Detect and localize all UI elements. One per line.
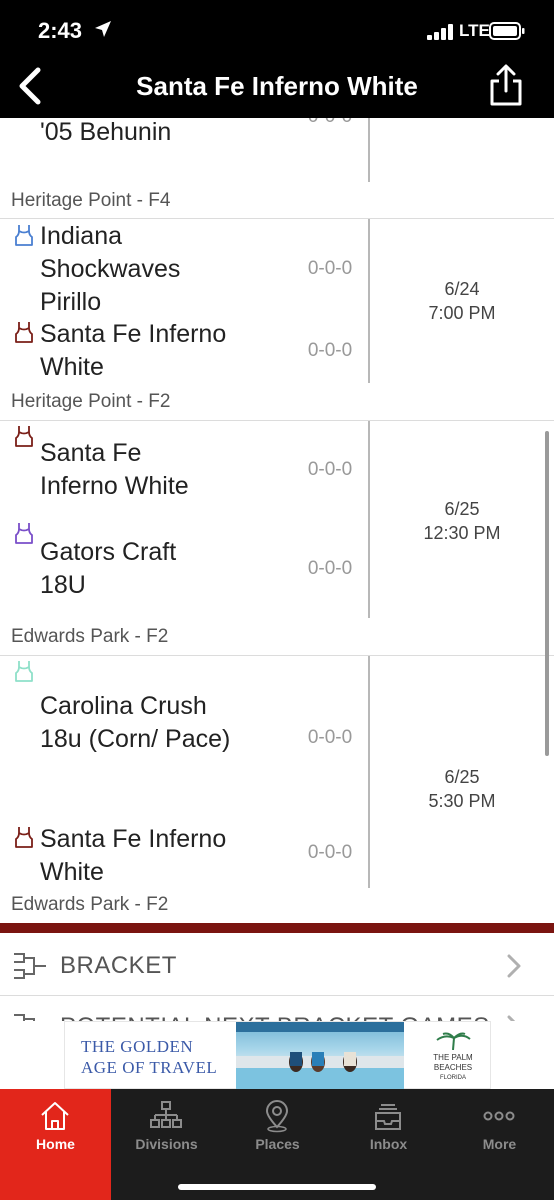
- vertical-divider: [368, 219, 370, 383]
- game-time: 5:30 PM: [428, 791, 496, 811]
- tab-label: Divisions: [135, 1136, 198, 1152]
- venue-label: Edwards Park - F2: [11, 894, 169, 915]
- game-card[interactable]: Santa Fe Inferno White 0-0-0 Gators Craf…: [0, 421, 554, 654]
- team-record: 0-0-0: [300, 118, 360, 128]
- team-name: Santa Fe Inferno White: [40, 439, 189, 500]
- share-icon[interactable]: [486, 63, 526, 107]
- team-name: Carolina Crush 18u (Corn/ Pace): [40, 692, 231, 753]
- bracket-icon: [14, 953, 46, 979]
- location-arrow-icon: [95, 21, 111, 37]
- ad-brand-logo: THE PALM BEACHES FLORIDA: [417, 1032, 489, 1083]
- game-time: 12:30 PM: [423, 523, 501, 543]
- divisions-icon: [150, 1101, 182, 1128]
- team-record: 0-0-0: [307, 842, 353, 863]
- ad-headline-line: THE GOLDEN: [81, 1037, 194, 1056]
- ad-headline: THE GOLDEN AGE OF TRAVEL: [81, 1036, 217, 1078]
- game-date: 6/24: [444, 279, 480, 299]
- game-card[interactable]: '05 Behunin 0-0-0 Heritage Point - F4: [0, 118, 554, 218]
- bracket-label: BRACKET: [60, 952, 177, 979]
- game-time: 7:00 PM: [428, 303, 496, 323]
- venue-label: Edwards Park - F2: [11, 626, 169, 647]
- top-bar: 2:43 LTE Santa Fe Inferno White: [0, 0, 554, 118]
- tab-more[interactable]: More: [444, 1089, 554, 1200]
- game-card[interactable]: Carolina Crush 18u (Corn/ Pace) 0-0-0 Sa…: [0, 656, 554, 923]
- location-pin-icon: [265, 1100, 289, 1133]
- jersey-icon: [15, 322, 33, 343]
- team-record: 0-0-0: [307, 340, 353, 361]
- bracket-row[interactable]: BRACKET: [0, 935, 554, 995]
- jersey-icon: [15, 225, 33, 246]
- home-indicator[interactable]: [178, 1184, 376, 1190]
- team-record: 0-0-0: [307, 459, 353, 480]
- potential-games-label: POTENTIAL NEXT BRACKET GAMES: [60, 1013, 490, 1021]
- palm-tree-icon: [436, 1032, 471, 1051]
- game-date: 6/25: [444, 499, 480, 519]
- potential-games-row[interactable]: POTENTIAL NEXT BRACKET GAMES: [0, 996, 554, 1021]
- venue-label: Heritage Point - F2: [11, 391, 171, 412]
- page-title: Santa Fe Inferno White: [136, 71, 418, 101]
- bracket-icon: [14, 1014, 35, 1021]
- cellular-signal-icon: [427, 24, 453, 40]
- ad-headline-line: AGE OF TRAVEL: [81, 1058, 218, 1077]
- home-icon: [41, 1102, 69, 1130]
- scroll-indicator[interactable]: [545, 431, 549, 756]
- status-time: 2:43: [38, 18, 83, 43]
- jersey-icon: [15, 426, 33, 447]
- ad-photo: [236, 1022, 404, 1090]
- ad-brand-subtitle: FLORIDA: [439, 1075, 466, 1081]
- vertical-divider: [368, 118, 370, 182]
- team-name: Santa Fe Inferno White: [40, 825, 227, 886]
- tab-label: More: [482, 1136, 517, 1152]
- network-type: LTE: [459, 21, 490, 40]
- team-record: 0-0-0: [307, 258, 353, 279]
- team-name: Santa Fe Inferno White: [40, 320, 227, 381]
- tab-label: Inbox: [369, 1136, 408, 1152]
- tab-label: Places: [255, 1136, 300, 1152]
- venue-label: Heritage Point - F4: [11, 190, 171, 211]
- team-name: '05 Behunin: [40, 118, 172, 146]
- section-separator: [0, 923, 554, 933]
- jersey-icon: [15, 661, 33, 682]
- ad-brand-name: THE PALM BEACHES: [433, 1053, 473, 1072]
- team-record: 0-0-0: [307, 558, 353, 579]
- pool-scene-image: [236, 1022, 404, 1090]
- game-date: 6/25: [444, 767, 480, 787]
- team-record: 0-0-0: [307, 727, 353, 748]
- status-bar: 2:43 LTE: [0, 0, 554, 62]
- schedule-list[interactable]: '05 Behunin 0-0-0 Heritage Point - F4 In…: [0, 118, 554, 923]
- chevron-right-icon: [507, 1015, 516, 1021]
- more-icon: [483, 1111, 515, 1121]
- battery-icon: [489, 22, 525, 40]
- team-name: Indiana Shockwaves Pirillo: [40, 222, 181, 316]
- team-name: Gators Craft 18U: [40, 538, 177, 599]
- ad-banner[interactable]: THE GOLDEN AGE OF TRAVEL THE PALM BEACHE…: [64, 1021, 491, 1090]
- tab-label: Home: [36, 1136, 75, 1152]
- inbox-icon: [375, 1104, 401, 1130]
- game-card[interactable]: Indiana Shockwaves Pirillo 0-0-0 Santa F…: [0, 219, 554, 419]
- chevron-right-icon: [507, 954, 521, 978]
- jersey-icon: [15, 827, 33, 848]
- tab-home[interactable]: Home: [0, 1089, 111, 1200]
- jersey-icon: [15, 523, 33, 544]
